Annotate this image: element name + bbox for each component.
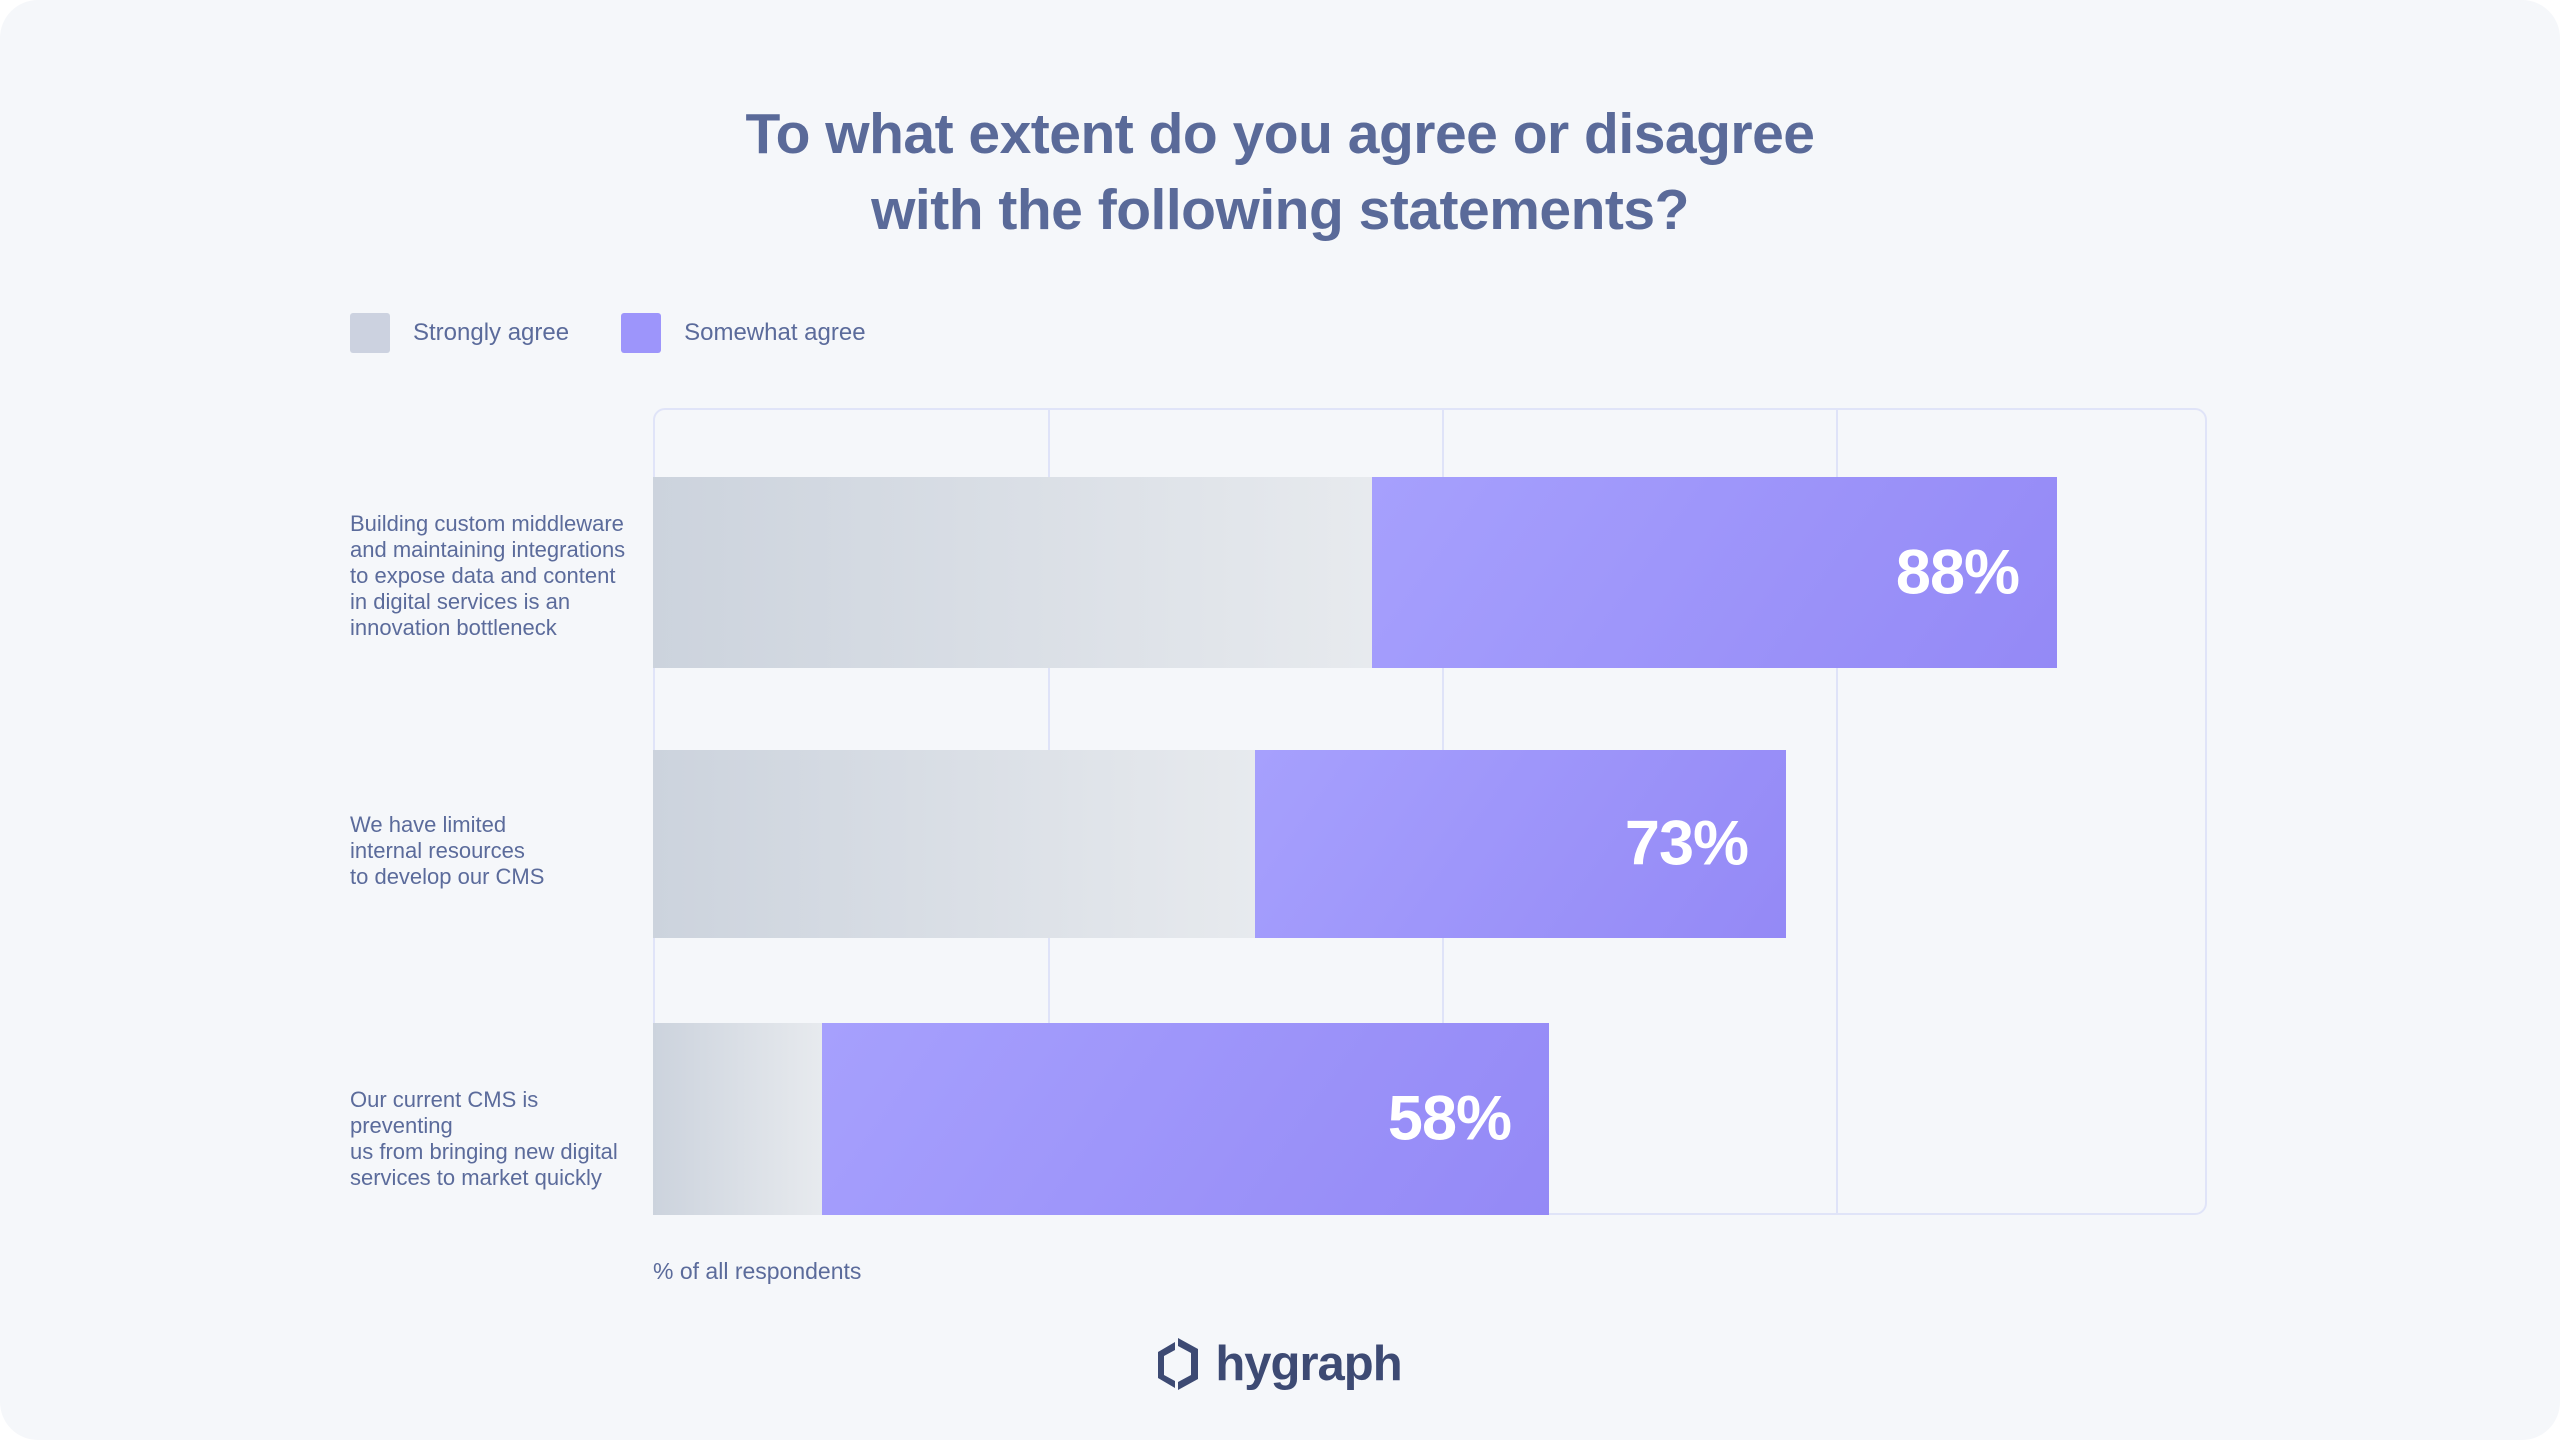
category-label-line: Our current CMS is preventing: [350, 1087, 539, 1138]
chart-legend: Strongly agree Somewhat agree: [350, 313, 866, 353]
infographic-card: To what extent do you agree or disagree …: [0, 0, 2560, 1440]
category-label-line: us from bringing new digital: [350, 1139, 618, 1164]
bar-segment-somewhat-agree: 88%: [1372, 477, 2057, 668]
category-label-2: We have limited internal resources to de…: [350, 812, 646, 890]
hygraph-logo-icon: [1158, 1338, 1199, 1390]
bar-segment-somewhat-agree: 58%: [822, 1023, 1549, 1215]
square-swatch-icon: [350, 313, 390, 353]
category-label-line: to develop our CMS: [350, 864, 545, 889]
category-label-line: to expose data and content: [350, 563, 616, 588]
category-label-3: Our current CMS is preventing us from br…: [350, 1087, 646, 1191]
bar-segment-strongly-agree: [653, 750, 1255, 938]
category-label-line: services to market quickly: [350, 1165, 602, 1190]
chart-bars-layer: 88% 73% 58%: [653, 408, 2207, 1215]
category-label-line: and maintaining integrations: [350, 537, 626, 562]
category-label-line: Building custom middleware: [350, 511, 624, 536]
legend-item-strongly-agree[interactable]: Strongly agree: [350, 313, 569, 353]
chart-footnote: % of all respondents: [653, 1258, 862, 1284]
page-title-line-1: To what extent do you agree or disagree: [745, 102, 1815, 166]
bar-segment-somewhat-agree: 73%: [1255, 750, 1786, 938]
bar-segment-strongly-agree: [653, 1023, 822, 1215]
page-title: To what extent do you agree or disagree …: [0, 96, 2560, 248]
legend-label-somewhat-agree: Somewhat agree: [684, 319, 866, 346]
table-row[interactable]: 58%: [653, 1023, 1549, 1215]
category-label-line: We have limited: [350, 812, 507, 837]
category-label-line: internal resources: [350, 838, 525, 863]
bar-value-label: 88%: [1895, 537, 2020, 607]
table-row[interactable]: 88%: [653, 477, 2057, 668]
bar-segment-strongly-agree: [653, 477, 1372, 668]
square-swatch-icon: [621, 313, 662, 353]
bar-value-label: 58%: [1387, 1083, 1512, 1154]
category-label-1: Building custom middleware and maintaini…: [350, 511, 646, 641]
category-label-line: innovation bottleneck: [350, 615, 557, 640]
category-label-line: in digital services is an: [350, 589, 571, 614]
brand-logo-text: hygraph: [1215, 1336, 1402, 1391]
legend-item-somewhat-agree[interactable]: Somewhat agree: [621, 313, 866, 353]
legend-label-strongly-agree: Strongly agree: [413, 319, 570, 346]
bar-value-label: 73%: [1624, 808, 1749, 879]
brand-logo: hygraph: [0, 1338, 2560, 1390]
page-title-line-2: with the following statements?: [871, 178, 1689, 242]
table-row[interactable]: 73%: [653, 750, 1786, 938]
